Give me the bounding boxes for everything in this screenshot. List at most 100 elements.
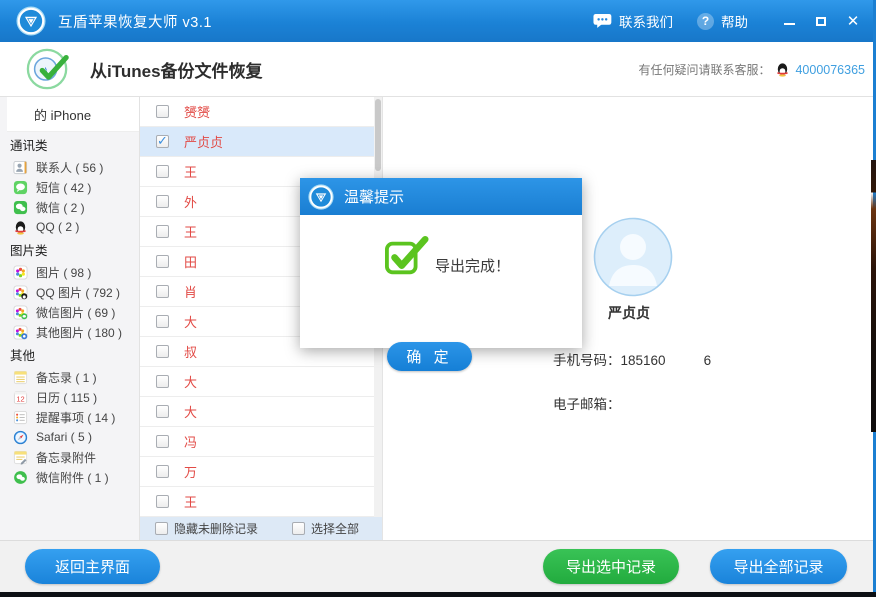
minimize-button[interactable]: [782, 14, 796, 28]
ok-button[interactable]: 确 定: [387, 342, 472, 371]
dialog-message: 导出完成！: [435, 255, 510, 276]
app-title: 互盾苹果恢复大师 v3.1: [58, 11, 212, 32]
contact-name: 万: [184, 462, 197, 481]
row-checkbox[interactable]: [156, 255, 169, 268]
hide-undeleted-checkbox[interactable]: [155, 522, 168, 535]
row-checkbox[interactable]: [156, 495, 169, 508]
reminders-icon: [13, 410, 28, 425]
sidebar-item-label: 微信 ( 2 ): [36, 199, 85, 216]
success-check-icon: [385, 235, 429, 277]
list-options-bar: 隐藏未删除记录 选择全部: [140, 517, 382, 540]
row-checkbox[interactable]: [156, 435, 169, 448]
contact-name: 大: [184, 402, 197, 421]
export-all-button[interactable]: 导出全部记录: [710, 549, 847, 584]
phone-prefix: 185160: [621, 353, 666, 368]
select-all-checkbox[interactable]: [292, 522, 305, 535]
sidebar-item-notes-attachment[interactable]: 备忘录附件: [0, 447, 139, 467]
table-row[interactable]: 万: [140, 457, 382, 487]
table-row[interactable]: 赟赟: [140, 97, 382, 127]
sidebar-item-notes[interactable]: 备忘录 ( 1 ): [0, 367, 139, 387]
sidebar-item-label: QQ ( 2 ): [36, 220, 79, 234]
contact-name: 严贞贞: [184, 132, 223, 151]
qq-photos-icon: [13, 285, 28, 300]
table-row[interactable]: 王: [140, 487, 382, 517]
sidebar-item-label: 微信附件 ( 1 ): [36, 469, 109, 486]
contacts-icon: [13, 160, 28, 175]
phone-label: 手机号码：: [553, 353, 621, 368]
sidebar-item-qq-photos[interactable]: QQ 图片 ( 792 ): [0, 282, 139, 302]
detail-phone-line: 手机号码：1851606: [553, 349, 711, 369]
contact-name: 大: [184, 312, 197, 331]
chat-bubble-icon: [593, 13, 612, 29]
row-checkbox[interactable]: [156, 405, 169, 418]
export-selected-button[interactable]: 导出选中记录: [543, 549, 679, 584]
row-checkbox[interactable]: [156, 135, 169, 148]
page-header: ♪ 从iTunes备份文件恢复 有任何疑问请联系客服： 4000076365: [0, 42, 873, 97]
notes-icon: [13, 370, 28, 385]
sidebar-item-sms[interactable]: 短信 ( 42 ): [0, 177, 139, 197]
calendar-icon: 12: [13, 390, 28, 405]
sidebar-section-title: 通讯类: [0, 136, 139, 157]
contact-name: 冯: [184, 432, 197, 451]
contact-name: 王: [184, 162, 197, 181]
sidebar-item-wechat-attachment[interactable]: 微信附件 ( 1 ): [0, 467, 139, 487]
row-checkbox[interactable]: [156, 165, 169, 178]
contact-name: 赟赟: [184, 102, 210, 121]
row-checkbox[interactable]: [156, 315, 169, 328]
wechat-attachment-icon: [13, 470, 28, 485]
support-qq-number[interactable]: 4000076365: [795, 63, 865, 77]
sidebar-item-qq[interactable]: QQ ( 2 ): [0, 217, 139, 237]
device-tab[interactable]: 的 iPhone: [7, 97, 139, 132]
sidebar-item-label: QQ 图片 ( 792 ): [36, 284, 120, 301]
qq-penguin-icon: [775, 62, 790, 77]
table-row[interactable]: 冯: [140, 427, 382, 457]
hide-undeleted-label: 隐藏未删除记录: [174, 520, 258, 537]
sidebar-item-reminders[interactable]: 提醒事项 ( 14 ): [0, 407, 139, 427]
sms-icon: [13, 180, 28, 195]
contact-us-label: 联系我们: [619, 11, 673, 31]
row-checkbox[interactable]: [156, 285, 169, 298]
qq-icon: [13, 220, 28, 235]
dialog-title: 温馨提示: [344, 186, 404, 207]
sidebar-item-wechat-photos[interactable]: 微信图片 ( 69 ): [0, 302, 139, 322]
sidebar-item-calendar[interactable]: 12 日历 ( 115 ): [0, 387, 139, 407]
sidebar-item-other-photos[interactable]: 其他图片 ( 180 ): [0, 322, 139, 342]
sidebar-item-label: 短信 ( 42 ): [36, 179, 91, 196]
support-label: 有任何疑问请联系客服：: [638, 61, 770, 78]
wechat-icon: [13, 200, 28, 215]
sidebar-item-label: 图片 ( 98 ): [36, 264, 91, 281]
table-row[interactable]: 大: [140, 397, 382, 427]
row-checkbox[interactable]: [156, 465, 169, 478]
select-all-option[interactable]: 选择全部: [292, 520, 359, 537]
page-title: 从iTunes备份文件恢复: [90, 42, 263, 97]
sidebar-item-photos[interactable]: 图片 ( 98 ): [0, 262, 139, 282]
close-button[interactable]: ✕: [846, 14, 860, 28]
sidebar-item-label: 备忘录 ( 1 ): [36, 369, 97, 386]
row-checkbox[interactable]: [156, 225, 169, 238]
help-button[interactable]: ? 帮助: [697, 11, 748, 31]
sidebar-item-label: Safari ( 5 ): [36, 430, 92, 444]
safari-icon: [13, 430, 28, 445]
sidebar-item-label: 微信图片 ( 69 ): [36, 304, 115, 321]
sidebar-section: 其他 备忘录 ( 1 ) 12 日历 ( 115 ) 提醒事项 ( 14 ) S…: [0, 346, 139, 487]
contact-name: 大: [184, 372, 197, 391]
contact-us-button[interactable]: 联系我们: [593, 11, 673, 31]
maximize-button[interactable]: [814, 14, 828, 28]
row-checkbox[interactable]: [156, 375, 169, 388]
row-checkbox[interactable]: [156, 345, 169, 358]
sidebar-item-label: 其他图片 ( 180 ): [36, 324, 122, 341]
table-row[interactable]: 严贞贞: [140, 127, 382, 157]
sidebar-item-contacts[interactable]: 联系人 ( 56 ): [0, 157, 139, 177]
sidebar-item-wechat[interactable]: 微信 ( 2 ): [0, 197, 139, 217]
hide-undeleted-option[interactable]: 隐藏未删除记录: [155, 520, 258, 537]
photos-icon: [13, 265, 28, 280]
sidebar: 的 iPhone 通讯类 联系人 ( 56 ) 短信 ( 42 ) 微信 ( 2…: [0, 97, 140, 540]
scrollbar-thumb[interactable]: [375, 99, 381, 171]
sidebar-item-safari[interactable]: Safari ( 5 ): [0, 427, 139, 447]
titlebar: 互盾苹果恢复大师 v3.1 联系我们 ? 帮助 ✕: [0, 0, 876, 42]
back-to-main-button[interactable]: 返回主界面: [25, 549, 160, 584]
row-checkbox[interactable]: [156, 105, 169, 118]
table-row[interactable]: 大: [140, 367, 382, 397]
row-checkbox[interactable]: [156, 195, 169, 208]
email-label: 电子邮箱：: [553, 397, 621, 412]
